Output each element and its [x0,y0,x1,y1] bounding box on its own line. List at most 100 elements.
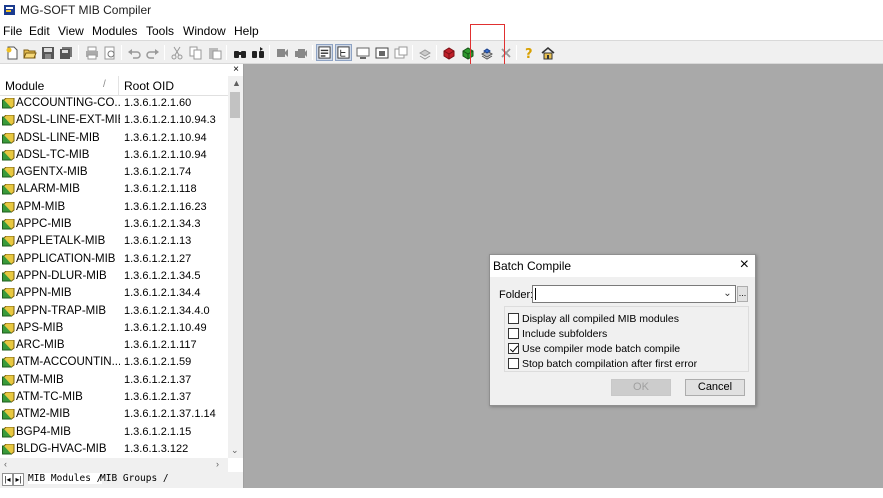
open-icon[interactable] [21,44,38,61]
list-item[interactable]: ATM-TC-MIB 1.3.6.1.2.1.37 [0,390,228,407]
copy-icon[interactable] [187,44,204,61]
export-icon[interactable] [373,44,390,61]
close-icon[interactable]: × [740,257,749,273]
module-name: APPLETALK-MIB [16,235,106,248]
module-name: APS-MIB [16,321,64,334]
checkbox[interactable] [508,343,519,354]
print-preview-icon[interactable] [101,44,118,61]
new-icon[interactable] [3,44,20,61]
menu-tools[interactable]: Tools [146,24,174,38]
vertical-scrollbar[interactable]: ▲ ⌄ [228,76,243,458]
browse-button[interactable]: ... [737,286,748,302]
scroll-right-icon[interactable]: › [216,459,219,469]
scan-icon[interactable] [354,44,371,61]
compiled-module-icon[interactable] [459,44,476,61]
horizontal-scrollbar-thumb[interactable] [14,462,214,468]
properties-icon[interactable] [392,44,409,61]
checkbox[interactable] [508,313,519,324]
tab-mib-groups[interactable]: MIB Groups / [100,473,169,484]
option-checkbox[interactable]: Stop batch compilation after first error [508,357,697,370]
cancel-button[interactable]: Cancel [685,379,745,396]
tree-view-icon[interactable] [335,44,352,61]
save-all-icon[interactable] [57,44,74,61]
list-item[interactable]: APPLETALK-MIB 1.3.6.1.2.1.13 [0,234,228,251]
menu-view[interactable]: View [58,24,84,38]
module-name: BLDG-HVAC-MIB [16,442,107,455]
list-item[interactable]: ARC-MIB 1.3.6.1.2.1.117 [0,338,228,355]
column-header-root-oid[interactable]: Root OID [124,79,174,93]
checkbox[interactable] [508,358,519,369]
list-item[interactable]: ADSL-LINE-MIB 1.3.6.1.2.1.10.94 [0,131,228,148]
list-item[interactable]: ATM-MIB 1.3.6.1.2.1.37 [0,373,228,390]
scrollbar-thumb[interactable] [230,92,240,118]
module-name: BGP4-MIB [16,425,71,438]
option-checkbox[interactable]: Include subfolders [508,327,607,340]
menu-modules[interactable]: Modules [92,24,137,38]
menu-file[interactable]: File [3,24,22,38]
column-header-module[interactable]: Module [5,79,44,93]
checkbox[interactable] [508,328,519,339]
list-item[interactable]: ATM-ACCOUNTIN... 1.3.6.1.2.1.59 [0,355,228,372]
compile-icon[interactable] [273,44,290,61]
batch-compile-icon[interactable] [478,44,495,61]
home-icon[interactable] [539,44,556,61]
module-list-icon[interactable] [316,44,333,61]
menu-edit[interactable]: Edit [29,24,50,38]
mib-module-icon [2,392,15,403]
pane-close-icon[interactable]: × [233,65,239,75]
option-checkbox[interactable]: Display all compiled MIB modules [508,312,679,325]
tab-prev-icon[interactable]: |◂ [2,473,13,486]
find-next-icon[interactable] [249,44,266,61]
list-item[interactable]: ATM2-MIB 1.3.6.1.2.1.37.1.14 [0,407,228,424]
list-item[interactable]: APPN-MIB 1.3.6.1.2.1.34.4 [0,286,228,303]
tab-mib-modules[interactable]: MIB Modules / [28,473,103,484]
option-checkbox[interactable]: Use compiler mode batch compile [508,342,680,355]
ok-button[interactable]: OK [611,379,671,396]
scroll-up-icon[interactable]: ▲ [232,78,241,88]
mib-module-icon [2,167,15,178]
list-item[interactable]: ACCOUNTING-CO... 1.3.6.1.2.1.60 [0,96,228,113]
list-item[interactable]: ALARM-MIB 1.3.6.1.2.1.118 [0,182,228,199]
horizontal-scrollbar[interactable]: ‹ › [0,458,228,472]
tab-bar: |◂ ▸| MIB Modules / MIB Groups / [0,472,243,488]
list-item[interactable]: ADSL-LINE-EXT-MIB 1.3.6.1.2.1.10.94.3 [0,113,228,130]
redo-icon[interactable] [144,44,161,61]
stack-icon[interactable] [416,44,433,61]
save-icon[interactable] [39,44,56,61]
list-item[interactable]: BGP4-MIB 1.3.6.1.2.1.15 [0,425,228,442]
root-oid: 1.3.6.1.2.1.34.4.0 [124,304,210,317]
undo-icon[interactable] [125,44,142,61]
compile-all-icon[interactable] [292,44,309,61]
mib-module-icon [2,288,15,299]
tab-next-icon[interactable]: ▸| [13,473,24,486]
list-item[interactable]: AGENTX-MIB 1.3.6.1.2.1.74 [0,165,228,182]
help-icon[interactable]: ? [520,44,537,61]
root-oid: 1.3.6.1.2.1.10.49 [124,321,207,334]
list-item[interactable]: APS-MIB 1.3.6.1.2.1.10.49 [0,321,228,338]
list-item[interactable]: BLDG-HVAC-MIB 1.3.6.1.3.122 [0,442,228,458]
list-item[interactable]: APPLICATION-MIB 1.3.6.1.2.1.27 [0,252,228,269]
remove-icon[interactable] [497,44,514,61]
paste-icon[interactable] [206,44,223,61]
root-oid: 1.3.6.1.2.1.37 [124,391,192,404]
status-bar [0,488,883,498]
list-item[interactable]: ADSL-TC-MIB 1.3.6.1.2.1.10.94 [0,148,228,165]
menu-help[interactable]: Help [234,24,259,38]
batch-compile-dialog: Batch Compile × Folder: ⌄ ... Display al… [489,254,756,406]
menu-window[interactable]: Window [183,24,226,38]
find-icon[interactable] [231,44,248,61]
scroll-left-icon[interactable]: ‹ [4,459,7,469]
folder-input[interactable] [532,285,736,303]
list-item[interactable]: APM-MIB 1.3.6.1.2.1.16.23 [0,200,228,217]
list-item[interactable]: APPC-MIB 1.3.6.1.2.1.34.3 [0,217,228,234]
chevron-down-icon[interactable]: ⌄ [720,286,735,302]
mib-module-icon [2,322,15,334]
list-item[interactable]: APPN-DLUR-MIB 1.3.6.1.2.1.34.5 [0,269,228,286]
dialog-title: Batch Compile [493,259,572,273]
scroll-down-icon[interactable]: ⌄ [231,445,239,456]
list-item[interactable]: APPN-TRAP-MIB 1.3.6.1.2.1.34.4.0 [0,304,228,321]
print-icon[interactable] [83,44,100,61]
cut-icon[interactable] [168,44,185,61]
column-separator[interactable] [118,76,119,96]
load-module-icon[interactable] [440,44,457,61]
